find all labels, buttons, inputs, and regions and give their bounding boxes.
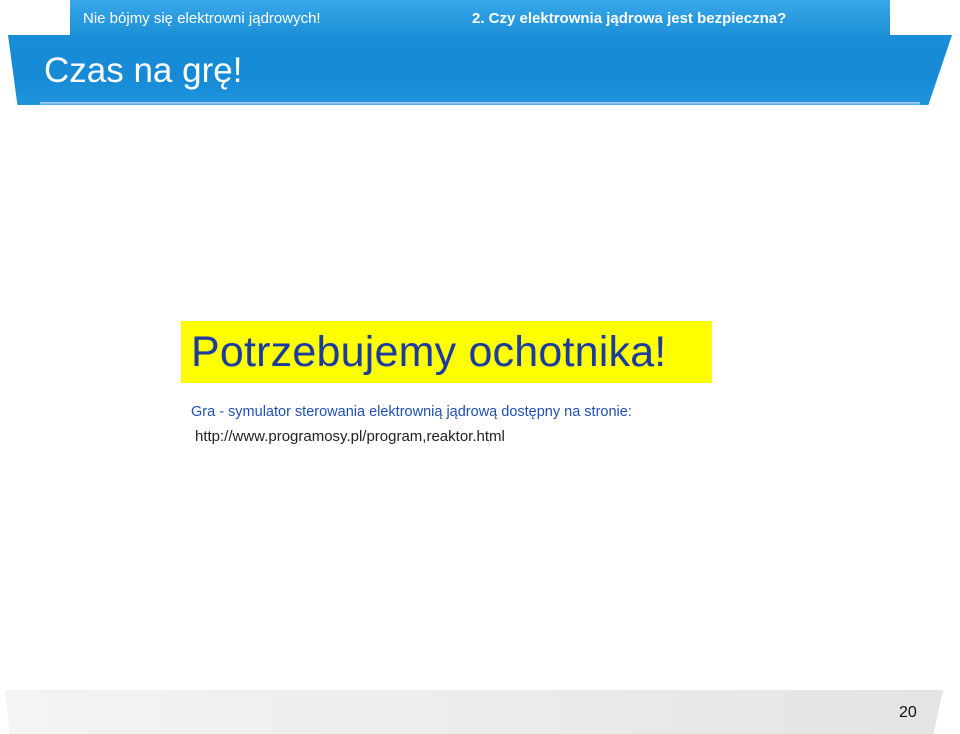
page-number: 20 — [899, 704, 917, 721]
slide-header: Nie bójmy się elektrowni jądrowych! 2. C… — [0, 0, 960, 110]
presentation-title: Nie bójmy się elektrowni jądrowych! — [83, 10, 321, 27]
game-description: Gra - symulator sterowania elektrownią j… — [191, 404, 632, 420]
volunteer-callout-text: Potrzebujemy ochotnika! — [191, 328, 667, 376]
footer-bar — [5, 690, 943, 734]
game-url-link[interactable]: http://www.programosy.pl/program,reaktor… — [195, 428, 505, 445]
volunteer-callout: Potrzebujemy ochotnika! — [181, 321, 712, 383]
section-title: 2. Czy elektrownia jądrowa jest bezpiecz… — [472, 10, 787, 27]
title-band-shadow — [40, 102, 920, 106]
slide-title: Czas na grę! — [44, 51, 243, 90]
